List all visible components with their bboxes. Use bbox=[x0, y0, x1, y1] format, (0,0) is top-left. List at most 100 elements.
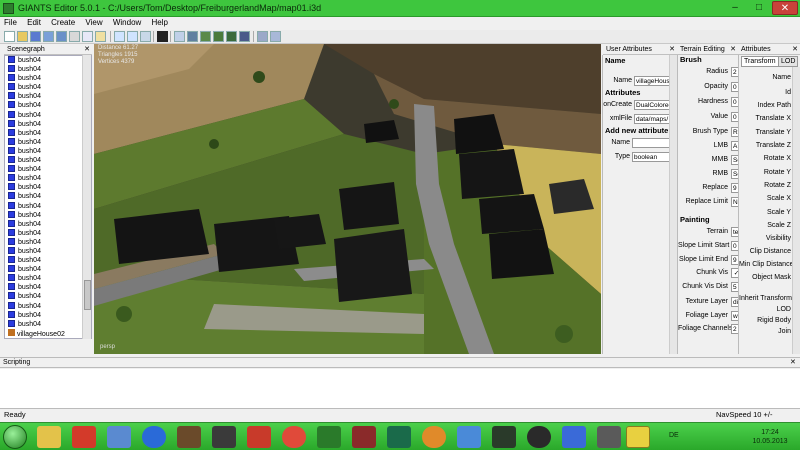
scenegraph-item[interactable]: bush04 bbox=[5, 283, 91, 292]
play-icon[interactable] bbox=[157, 31, 168, 42]
scenegraph-item[interactable]: bush04 bbox=[5, 110, 91, 120]
menu-window[interactable]: Window bbox=[109, 17, 145, 28]
scenegraph-item[interactable]: bush04 bbox=[5, 83, 91, 92]
terrain-lower-icon[interactable] bbox=[213, 31, 224, 42]
opacity-field[interactable]: 0 bbox=[731, 82, 738, 92]
explorer-icon[interactable] bbox=[37, 426, 61, 448]
scenegraph-item[interactable]: bush04 bbox=[5, 274, 91, 283]
scenegraph-item[interactable]: bush04 bbox=[5, 237, 91, 247]
tools-icon[interactable] bbox=[107, 426, 131, 448]
scenegraph-item[interactable]: bush04 bbox=[5, 246, 91, 256]
chunk-vis-checkbox[interactable]: ✓ bbox=[731, 268, 738, 278]
blender-icon[interactable] bbox=[422, 426, 446, 448]
media-player-icon[interactable] bbox=[72, 426, 96, 448]
tractor-icon[interactable] bbox=[317, 426, 341, 448]
scenegraph-item[interactable]: bush04 bbox=[5, 219, 91, 229]
tab-lod[interactable]: LOD bbox=[778, 56, 799, 67]
snap-icon[interactable] bbox=[257, 31, 268, 42]
terrain-raise-icon[interactable] bbox=[200, 31, 211, 42]
scenegraph-item[interactable]: bush04 bbox=[5, 65, 91, 74]
menu-edit[interactable]: Edit bbox=[23, 17, 45, 28]
maximize-button[interactable]: □ bbox=[748, 1, 770, 15]
minecraft-icon[interactable] bbox=[177, 426, 201, 448]
scenegraph-item[interactable]: bush04 bbox=[5, 228, 91, 238]
scenegraph-scrollbar[interactable] bbox=[82, 55, 91, 339]
move-icon[interactable] bbox=[187, 31, 198, 42]
xmlfile-field[interactable]: data/maps/ bbox=[634, 114, 670, 124]
scenegraph-item[interactable]: bush04 bbox=[5, 165, 91, 174]
scenegraph-item[interactable]: bush04 bbox=[5, 183, 91, 192]
hardness-field[interactable]: 0 bbox=[731, 97, 738, 107]
scenegraph-item[interactable]: bush04 bbox=[5, 301, 91, 311]
type-dropdown[interactable]: boolean bbox=[632, 152, 670, 162]
scenegraph-item[interactable]: bush04 bbox=[5, 310, 91, 320]
mmb-dropdown[interactable]: Sc bbox=[731, 155, 738, 165]
scripting-console[interactable] bbox=[0, 369, 800, 409]
terrain-paint-icon[interactable] bbox=[239, 31, 250, 42]
slope-limit-end-field[interactable]: 9 bbox=[731, 255, 738, 265]
new-attribute-name-field[interactable] bbox=[632, 138, 670, 148]
scenegraph-item[interactable]: bush04 bbox=[5, 192, 91, 201]
scenegraph-item[interactable]: bush04 bbox=[5, 319, 91, 329]
scenegraph-tree[interactable]: bush04 bush04 bush04 bush04 bush04 bush04 bush… bbox=[4, 55, 92, 339]
scenegraph-item[interactable]: bush04 bbox=[5, 201, 91, 211]
scenegraph-item[interactable]: bush04 bbox=[5, 92, 91, 101]
replace-limit-dropdown[interactable]: N bbox=[731, 197, 738, 207]
save-as-icon[interactable] bbox=[43, 31, 54, 42]
terrain-editing-close-icon[interactable]: ✕ bbox=[730, 44, 736, 55]
import-icon[interactable] bbox=[140, 31, 151, 42]
paste-icon[interactable] bbox=[95, 31, 106, 42]
scenegraph-item[interactable]: bush04 bbox=[5, 146, 91, 156]
scenegraph-item[interactable]: bush04 bbox=[5, 119, 91, 129]
messenger-icon[interactable] bbox=[562, 426, 586, 448]
save-all-icon[interactable] bbox=[56, 31, 67, 42]
rmb-dropdown[interactable]: Sc bbox=[731, 169, 738, 179]
chunk-vis-dist-field[interactable]: 5 bbox=[731, 282, 738, 292]
menu-create[interactable]: Create bbox=[47, 17, 79, 28]
scenegraph-item[interactable]: bush04 bbox=[5, 292, 91, 301]
replace-field[interactable]: 9 bbox=[731, 183, 738, 193]
farm-icon[interactable] bbox=[352, 426, 376, 448]
copy-icon[interactable] bbox=[82, 31, 93, 42]
menu-file[interactable]: File bbox=[0, 17, 21, 28]
clock[interactable]: 17:24 10.05.2013 bbox=[748, 428, 792, 446]
save-icon[interactable] bbox=[30, 31, 41, 42]
menu-view[interactable]: View bbox=[81, 17, 106, 28]
scenegraph-item[interactable]: bush04 bbox=[5, 74, 91, 83]
scrollbar-thumb[interactable] bbox=[84, 280, 91, 310]
slope-limit-start-field[interactable]: 0 bbox=[731, 241, 738, 251]
undo-icon[interactable] bbox=[114, 31, 125, 42]
scenegraph-close-icon[interactable]: ✕ bbox=[84, 44, 90, 55]
terrain-dropdown[interactable]: te bbox=[731, 227, 738, 237]
active-editor-icon[interactable] bbox=[626, 426, 650, 448]
lmb-dropdown[interactable]: A bbox=[731, 141, 738, 151]
scenegraph-item[interactable]: bush04 bbox=[5, 256, 91, 265]
scenegraph-item[interactable]: bush04 bbox=[5, 156, 91, 165]
scenegraph-item[interactable]: bush04 bbox=[5, 174, 91, 183]
paint-icon[interactable] bbox=[457, 426, 481, 448]
attributes-close-icon[interactable]: ✕ bbox=[792, 44, 798, 55]
minimize-button[interactable]: – bbox=[724, 1, 746, 15]
brush-type-dropdown[interactable]: R bbox=[731, 127, 738, 137]
foliage-layer-dropdown[interactable]: w bbox=[731, 311, 738, 321]
scenegraph-item-selected[interactable]: villageHouse02 bbox=[5, 328, 91, 338]
terrain-smooth-icon[interactable] bbox=[226, 31, 237, 42]
chrome-icon[interactable] bbox=[282, 426, 306, 448]
value-field[interactable]: 0 bbox=[731, 112, 738, 122]
start-button[interactable] bbox=[3, 425, 27, 449]
internet-explorer-icon[interactable] bbox=[142, 426, 166, 448]
language-indicator[interactable]: DE bbox=[669, 432, 679, 439]
foliage-channels-field[interactable]: 2 bbox=[731, 324, 738, 334]
scenegraph-item[interactable]: bush04 bbox=[5, 210, 91, 220]
select-icon[interactable] bbox=[174, 31, 185, 42]
user-attributes-close-icon[interactable]: ✕ bbox=[669, 44, 675, 55]
scripting-close-icon[interactable]: ✕ bbox=[790, 358, 796, 368]
open-folder-icon[interactable] bbox=[17, 31, 28, 42]
cut-icon[interactable] bbox=[69, 31, 80, 42]
menu-help[interactable]: Help bbox=[148, 17, 172, 28]
3d-viewport[interactable]: Distance 61.27 Triangles 1915 Vertices 4… bbox=[94, 44, 601, 354]
new-file-icon[interactable] bbox=[4, 31, 15, 42]
redo-icon[interactable] bbox=[127, 31, 138, 42]
scenegraph-item[interactable]: bush04 bbox=[5, 101, 91, 110]
oncreate-field[interactable]: DualColored bbox=[634, 100, 670, 110]
